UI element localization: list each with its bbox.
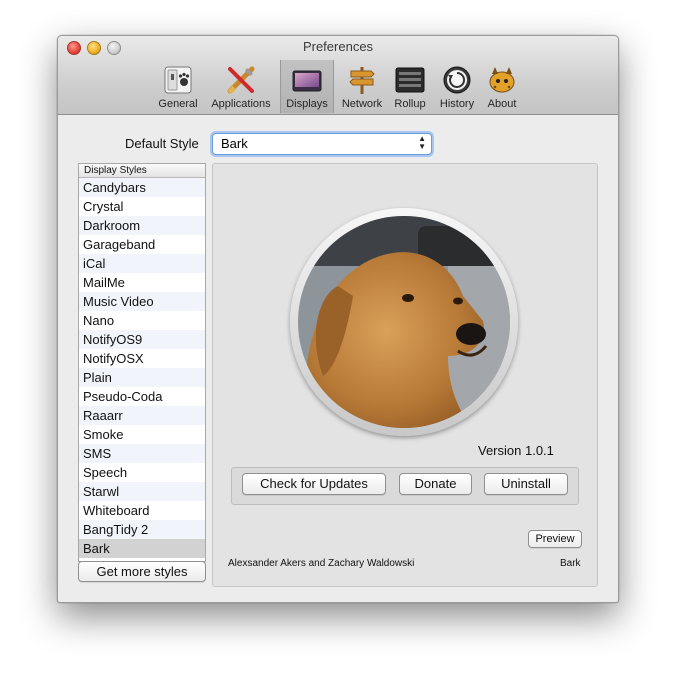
style-list-item[interactable]: Smoke	[79, 425, 205, 444]
style-list-item[interactable]: MailMe	[79, 273, 205, 292]
tab-general[interactable]: General	[156, 64, 200, 112]
display-styles-list[interactable]: Display Styles Candybars Crystal Darkroom G…	[78, 163, 206, 562]
tab-applications[interactable]: Applications	[206, 64, 276, 112]
about-icon	[489, 67, 515, 93]
style-authors: Alexsander Akers and Zachary Waldowski	[228, 558, 415, 569]
style-list-item[interactable]: Plain	[79, 368, 205, 387]
window-title: Preferences	[302, 39, 374, 54]
style-name: Bark	[560, 558, 581, 569]
style-list-item[interactable]: Garageband	[79, 235, 205, 254]
tab-label: General	[158, 98, 198, 110]
style-list-item[interactable]: Whiteboard	[79, 501, 205, 520]
displays-icon	[292, 70, 322, 92]
default-style-value: Bark	[221, 136, 248, 151]
style-list-item[interactable]: SMS	[79, 444, 205, 463]
applications-icon	[227, 66, 255, 95]
tab-label: Network	[341, 98, 383, 110]
check-for-updates-button[interactable]: Check for Updates	[242, 473, 386, 495]
tab-label: Applications	[211, 98, 271, 110]
style-list-item[interactable]: Darkroom	[79, 216, 205, 235]
uninstall-button[interactable]: Uninstall	[484, 473, 568, 495]
tab-label: Rollup	[394, 98, 426, 110]
tab-label: Displays	[286, 98, 328, 110]
select-arrows-icon: ▲ ▼	[418, 134, 426, 151]
style-list-item[interactable]: NotifyOS9	[79, 330, 205, 349]
style-list-item[interactable]: Nano	[79, 311, 205, 330]
style-preview-image	[290, 208, 518, 436]
default-style-select[interactable]: Bark ▲ ▼	[212, 133, 432, 155]
style-list-item[interactable]: Candybars	[79, 178, 205, 197]
history-icon	[443, 66, 471, 94]
list-header[interactable]: Display Styles	[79, 164, 205, 178]
tab-network[interactable]: Network	[338, 64, 386, 112]
dog-photo	[298, 216, 510, 428]
style-list-item[interactable]: Starwl	[79, 482, 205, 501]
tab-rollup[interactable]: Rollup	[392, 64, 428, 112]
style-list-item[interactable]: BangTidy 2	[79, 520, 205, 539]
style-list-item[interactable]: Raaarr	[79, 406, 205, 425]
default-style-label: Default Style	[125, 136, 199, 151]
general-icon	[164, 66, 192, 94]
style-list-item[interactable]: Speech	[79, 463, 205, 482]
style-list-item[interactable]: NotifyOSX	[79, 349, 205, 368]
network-icon	[349, 67, 375, 94]
style-list-item[interactable]: Music Video	[79, 292, 205, 311]
version-label: Version 1.0.1	[478, 443, 554, 458]
get-more-styles-button[interactable]: Get more styles	[78, 561, 206, 582]
tab-history[interactable]: History	[436, 64, 478, 112]
style-list-item[interactable]: iCal	[79, 254, 205, 273]
tab-displays[interactable]: Displays	[280, 60, 334, 113]
preview-button[interactable]: Preview	[528, 530, 582, 548]
style-list-item[interactable]: Crystal	[79, 197, 205, 216]
tab-label: History	[439, 98, 475, 110]
tab-about[interactable]: About	[484, 64, 520, 112]
style-list-item[interactable]: Bark	[79, 539, 205, 558]
tab-label: About	[487, 98, 517, 110]
titlebar: Preferences General Applications Display…	[58, 36, 618, 115]
rollup-icon	[395, 67, 425, 93]
style-list-item[interactable]: Pseudo-Coda	[79, 387, 205, 406]
preferences-window: Preferences General Applications Display…	[57, 35, 619, 603]
donate-button[interactable]: Donate	[399, 473, 472, 495]
